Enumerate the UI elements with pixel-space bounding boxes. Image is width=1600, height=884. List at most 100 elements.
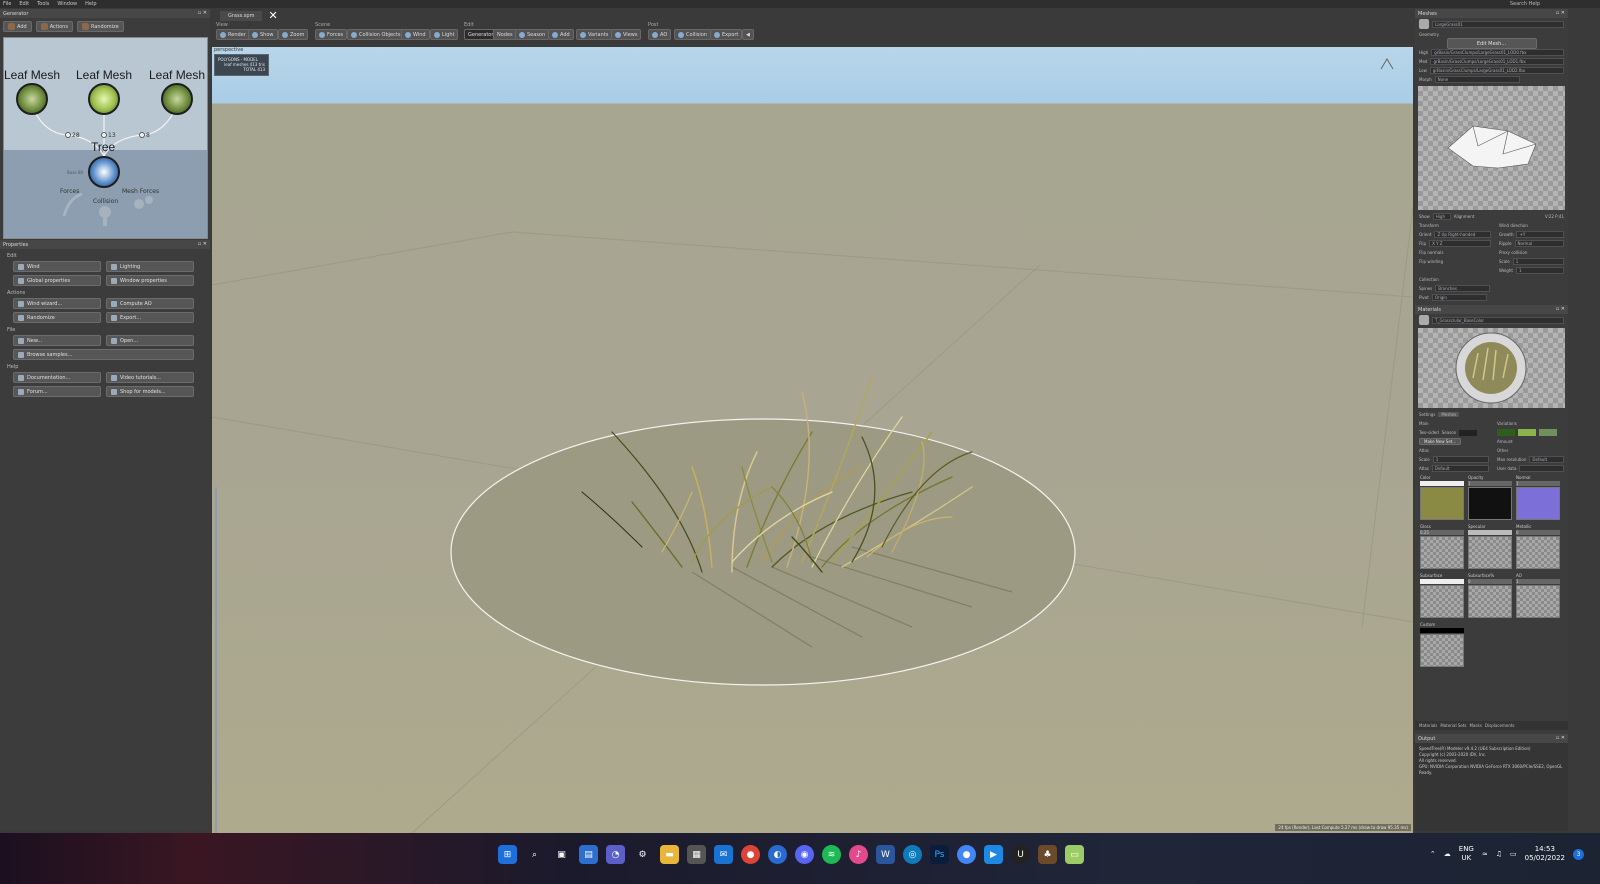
export-button[interactable]: Export... (106, 312, 194, 323)
browser-icon[interactable]: ◎ (903, 845, 922, 864)
chrome-icon[interactable]: ● (741, 845, 760, 864)
tree-node[interactable] (88, 156, 120, 188)
randomize-button[interactable]: Randomize (76, 21, 124, 32)
show-dropdown[interactable]: High (1432, 213, 1451, 220)
wind-wizard-button[interactable]: Wind wizard... (13, 298, 101, 309)
meshes-tab[interactable]: Meshes (1438, 412, 1460, 417)
menu-help[interactable]: Help (85, 1, 96, 7)
hand-icon[interactable] (1419, 19, 1429, 29)
tex-opacity[interactable]: Opacity 1 (1468, 475, 1512, 520)
tex-custom[interactable]: Custom (1420, 622, 1464, 667)
materials-controls-icon[interactable]: ▫ ✕ (1556, 306, 1565, 312)
displacements-tab[interactable]: Displacements (1485, 723, 1515, 728)
variation-swatch-1[interactable] (1497, 429, 1515, 436)
tex-gloss[interactable]: Gloss 0.25 (1420, 524, 1464, 569)
season-button[interactable]: Season (515, 29, 550, 40)
chrome-alt-icon[interactable]: ● (957, 845, 976, 864)
panel-controls-icon[interactable]: ▫ ✕ (198, 10, 207, 16)
pivot-dropdown[interactable]: Origin (1431, 294, 1487, 301)
menu-window[interactable]: Window (57, 1, 77, 7)
open-button[interactable]: Open... (106, 335, 194, 346)
collision-objects-button[interactable]: Collision Objects (347, 29, 405, 40)
atlas-mode-dropdown[interactable]: Default (1431, 465, 1489, 472)
document-tab[interactable]: Grass.spm (220, 11, 263, 21)
widgets-icon[interactable]: ▤ (579, 845, 598, 864)
material-sets-tab[interactable]: Material Sets (1440, 723, 1466, 728)
settings-gear-icon[interactable]: ⚙ (633, 845, 652, 864)
materials-bottom-tab[interactable]: Materials (1419, 723, 1437, 728)
flip-normals-row[interactable]: Flip normals (1415, 248, 1495, 257)
add-toolbar-button[interactable]: Add (548, 29, 574, 40)
wind-toolbar-button[interactable]: Wind (401, 29, 430, 40)
menu-file[interactable]: File (3, 1, 11, 7)
documentation-button[interactable]: Documentation... (13, 372, 101, 383)
search-help[interactable]: Search Help (1510, 1, 1540, 7)
tex-subsurface-pct[interactable]: Subsurface% 0 (1468, 573, 1512, 618)
material-hand-icon[interactable] (1419, 315, 1429, 325)
mail-icon[interactable]: ✉ (714, 845, 733, 864)
discord-icon[interactable]: ◉ (795, 845, 814, 864)
flip-winding-row[interactable]: Flip winding (1415, 257, 1495, 266)
store-icon[interactable]: ▦ (687, 845, 706, 864)
video-tutorials-button[interactable]: Video tutorials... (106, 372, 194, 383)
zoom-button[interactable]: Zoom (278, 29, 309, 40)
light-button[interactable]: Light (430, 29, 459, 40)
tex-normal[interactable]: Normal 1 (1516, 475, 1560, 520)
tex-specular[interactable]: Specular (1468, 524, 1512, 569)
season-swatch[interactable] (1459, 429, 1478, 436)
proxy-weight-field[interactable]: 1 (1515, 267, 1564, 274)
variants-button[interactable]: Variants (576, 29, 613, 40)
ripple-dropdown[interactable]: Normal (1514, 240, 1564, 247)
task-view-icon[interactable]: ▣ (552, 845, 571, 864)
word-icon[interactable]: W (876, 845, 895, 864)
3d-viewport[interactable]: perspective POLYGONS - MODEL leaf meshes… (212, 47, 1413, 833)
nodes-button[interactable]: Nodes (493, 29, 517, 40)
proxy-scale-field[interactable]: 1 (1512, 258, 1564, 265)
scale-field[interactable]: 1 (1432, 456, 1489, 463)
chevron-up-icon[interactable]: ⌃ (1430, 850, 1436, 858)
notepad-icon[interactable]: ▭ (1065, 845, 1084, 864)
tex-subsurface[interactable]: Subsurface (1420, 573, 1464, 618)
lighting-button[interactable]: Lighting (106, 261, 194, 272)
menu-tools[interactable]: Tools (37, 1, 49, 7)
leaf-mesh-node-2[interactable] (88, 83, 120, 115)
lod-med-field[interactable]: grBasin/GrassClumps/LargeGrass01_LOD1.fb… (1430, 58, 1564, 65)
leaf-mesh-node-3[interactable] (161, 83, 193, 115)
render-button[interactable]: Render (216, 29, 250, 40)
volume-icon[interactable]: ♫ (1496, 850, 1502, 858)
media-player-icon[interactable]: ▶ (984, 845, 1003, 864)
alignment-label[interactable]: Alignment (1454, 214, 1475, 219)
chat-icon[interactable]: ◔ (606, 845, 625, 864)
tex-color[interactable]: Color (1420, 475, 1464, 520)
two-sided-label[interactable]: Two-sided (1419, 430, 1439, 435)
unreal-engine-icon[interactable]: U (1011, 845, 1030, 864)
forum-button[interactable]: Forum... (13, 386, 101, 397)
material-preview[interactable] (1418, 328, 1565, 408)
properties-controls-icon[interactable]: ▫ ✕ (198, 241, 207, 247)
menu-edit[interactable]: Edit (19, 1, 29, 7)
make-new-set-button[interactable]: Make New Set... (1419, 438, 1462, 445)
collection-row[interactable]: Collection (1415, 275, 1568, 284)
photoshop-icon[interactable]: Ps (930, 845, 949, 864)
show-button[interactable]: Show (248, 29, 278, 40)
lod-high-field[interactable]: grBasin/GrassClumps/LargeGrass01_LOD0.fb… (1431, 49, 1564, 56)
compute-ao-button[interactable]: Compute AO (106, 298, 194, 309)
leaf-mesh-node-1[interactable] (16, 83, 48, 115)
wind-button[interactable]: Wind (13, 261, 101, 272)
views-button[interactable]: Views (611, 29, 642, 40)
mesh-dropdown[interactable]: LargeGrass01 (1432, 20, 1564, 28)
edit-mesh-button[interactable]: Edit Mesh... (1446, 38, 1537, 49)
randomize-prop-button[interactable]: Randomize (13, 312, 101, 323)
morph-field[interactable]: None (1434, 76, 1520, 83)
shop-models-button[interactable]: Shop for models... (106, 386, 194, 397)
max-res-dropdown[interactable]: Default (1529, 456, 1564, 463)
ao-button[interactable]: AO (648, 29, 672, 40)
settings-tab[interactable]: Settings (1419, 412, 1435, 417)
spotify-icon[interactable]: ≋ (822, 845, 841, 864)
spines-dropdown[interactable]: Branches (1435, 285, 1491, 292)
meshes-controls-icon[interactable]: ▫ ✕ (1556, 10, 1565, 16)
collision-post-button[interactable]: Collision (674, 29, 711, 40)
close-document-icon[interactable]: ✕ (268, 10, 277, 21)
actions-button[interactable]: Actions (35, 21, 73, 32)
file-explorer-icon[interactable]: ▬ (660, 845, 679, 864)
